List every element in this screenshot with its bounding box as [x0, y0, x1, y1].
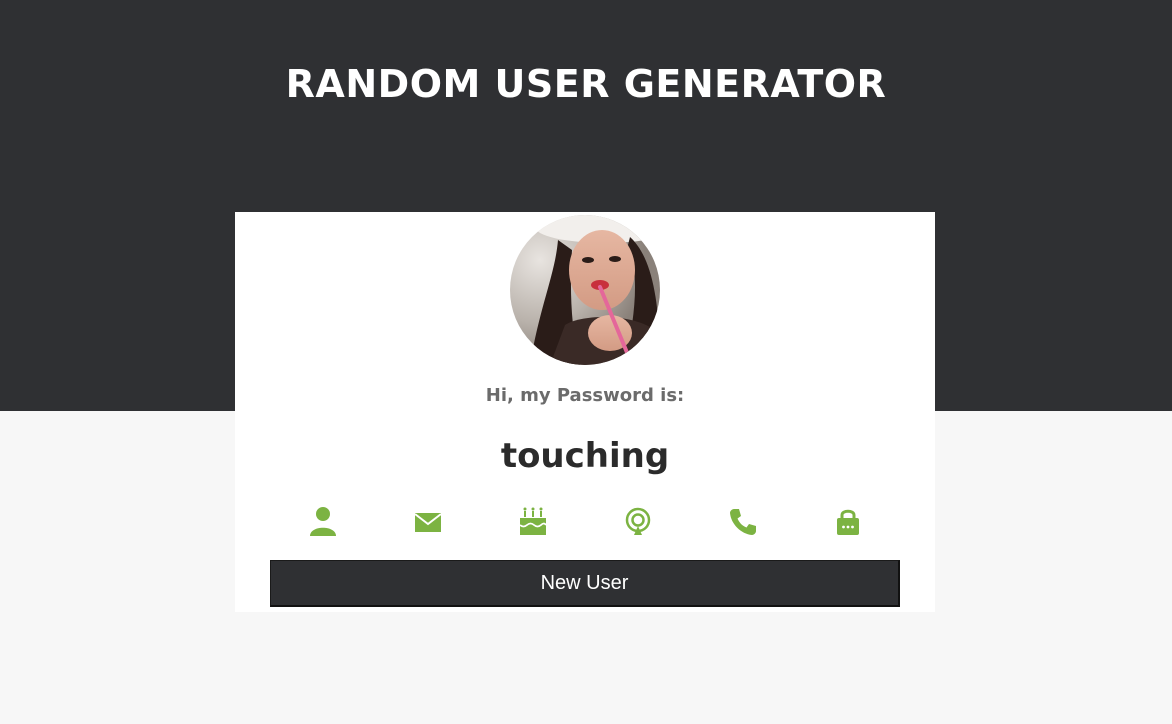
- user-info-value: touching: [500, 436, 670, 476]
- lock-icon[interactable]: [832, 506, 864, 538]
- person-icon[interactable]: [307, 506, 339, 538]
- info-icon-row: [235, 506, 935, 540]
- location-pin-icon[interactable]: [622, 506, 654, 538]
- birthday-cake-icon[interactable]: [517, 506, 549, 538]
- page-title: RANDOM USER GENERATOR: [285, 62, 887, 106]
- user-card: Hi, my Password is: touching New User: [235, 212, 935, 612]
- new-user-button[interactable]: New User: [270, 560, 900, 607]
- avatar: [510, 215, 660, 365]
- phone-icon[interactable]: [727, 506, 759, 538]
- user-info-label: Hi, my Password is:: [485, 385, 685, 406]
- envelope-icon[interactable]: [412, 506, 444, 538]
